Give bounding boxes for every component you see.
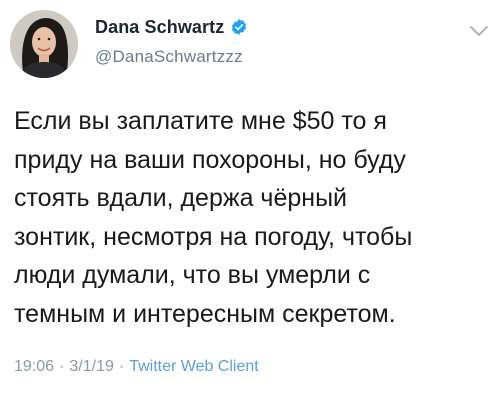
tweet-text-line: люди думали, что вы умерли с (14, 261, 371, 289)
tweet-text: Если вы заплатите мне $50 то я приду на … (14, 102, 490, 333)
meta-separator: · (118, 358, 125, 375)
avatar[interactable] (10, 10, 78, 78)
meta-separator: · (59, 358, 65, 375)
avatar-image (10, 10, 78, 78)
tweet-time[interactable]: 19:06 (14, 358, 54, 375)
verified-badge-icon (232, 19, 247, 35)
tweet-card: Dana Schwartz @DanaSchwartzzz Если вы за… (0, 0, 500, 401)
tweet-text-line: Если вы заплатите мне $50 то я (14, 107, 387, 135)
tweet-date[interactable]: 3/1/19 (69, 358, 113, 375)
display-name[interactable]: Dana Schwartz (95, 17, 224, 38)
tweet-text-line: приду на ваши похороны, но буду (14, 145, 406, 174)
author-row: Dana Schwartz (95, 16, 248, 38)
chevron-down-icon[interactable] (468, 24, 490, 38)
tweet-text-line: темным и интересным секретом. (14, 299, 396, 328)
user-handle[interactable]: @DanaSchwartzzz (95, 47, 243, 67)
tweet-text-line: стоять вдали, держа чёрный (14, 184, 348, 212)
tweet-text-line: зонтик, несмотря на погоду, чтобы (14, 222, 413, 251)
tweet-client-link[interactable]: Twitter Web Client (129, 358, 259, 375)
tweet-meta: 19:06 · 3/1/19 · Twitter Web Client (14, 358, 259, 376)
